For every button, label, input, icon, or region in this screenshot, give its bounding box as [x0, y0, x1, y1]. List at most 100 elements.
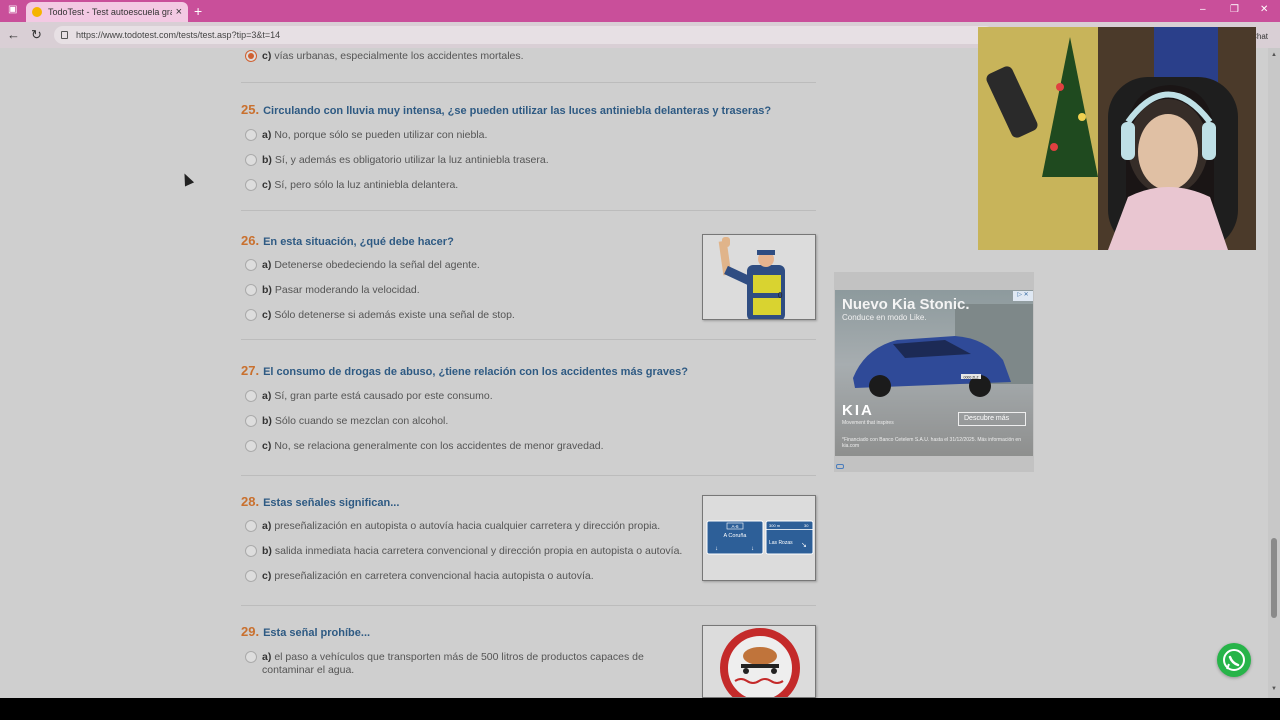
- ad-creative[interactable]: 0000 ZLZ Nuevo Kia Stonic. Conduce en mo…: [835, 290, 1033, 456]
- question-number: 27.: [241, 363, 260, 378]
- option-letter: a): [262, 390, 272, 402]
- sign-city-left: A Coruña: [724, 533, 748, 539]
- radio-button[interactable]: [245, 154, 257, 166]
- scroll-up-icon[interactable]: ▲: [1271, 52, 1277, 58]
- option-c[interactable]: c) No, se relaciona generalmente con los …: [241, 440, 816, 465]
- radio-button[interactable]: [245, 179, 257, 191]
- divider: [241, 82, 816, 83]
- streamer-webcam-overlay: [978, 27, 1256, 250]
- whatsapp-button[interactable]: [1217, 643, 1251, 677]
- screen: ▣ TodoTest - Test autoescuela grati × + …: [0, 0, 1280, 720]
- browser-tab-todotest[interactable]: TodoTest - Test autoescuela grati ×: [26, 2, 188, 22]
- option-letter: c): [262, 179, 272, 191]
- option-b[interactable]: b) Sí, y además es obligatorio utilizar l…: [241, 154, 816, 179]
- kia-advertisement[interactable]: 0000 ZLZ Nuevo Kia Stonic. Conduce en mo…: [834, 272, 1034, 472]
- option-letter: a): [262, 259, 272, 271]
- option-text: Sólo cuando se mezclan con alcohol.: [274, 415, 449, 427]
- back-icon[interactable]: ←: [7, 27, 20, 42]
- question-text: El consumo de drogas de abuso, ¿tiene re…: [263, 366, 688, 378]
- radio-button[interactable]: [245, 390, 257, 402]
- close-tab-icon[interactable]: ×: [176, 6, 182, 18]
- option-letter: b): [262, 415, 272, 427]
- option-letter: c): [262, 50, 272, 62]
- option-b[interactable]: b) Sólo cuando se mezclan con alcohol.: [241, 415, 816, 440]
- option-text: salida inmediata hacia carretera convenc…: [274, 545, 683, 557]
- option-letter: b): [262, 154, 272, 166]
- reload-icon[interactable]: ↻: [31, 27, 42, 43]
- license-plate: 0000 ZLZ: [964, 376, 980, 380]
- radio-button[interactable]: [245, 440, 257, 452]
- arrow-exit-icon: ↘: [801, 542, 807, 549]
- url-text: https://www.todotest.com/tests/test.asp?…: [76, 30, 281, 40]
- divider: [241, 339, 816, 340]
- officer-badge: 0: [778, 291, 783, 300]
- radio-button[interactable]: [245, 651, 257, 663]
- site-info-icon[interactable]: [61, 31, 68, 39]
- divider: [241, 475, 816, 476]
- option-letter: b): [262, 545, 272, 557]
- question-24: c) vías urbanas, especialmente los accide…: [241, 50, 816, 75]
- question-27: 27. El consumo de drogas de abuso, ¿tiene…: [241, 363, 816, 465]
- minimize-icon[interactable]: –: [1200, 4, 1206, 15]
- option-text: el paso a vehículos que transporten más …: [262, 651, 644, 676]
- todotest-favicon-icon: [32, 7, 42, 17]
- new-tab-icon[interactable]: +: [194, 3, 202, 19]
- prohibition-sign-image: [702, 625, 816, 698]
- radio-button[interactable]: [245, 520, 257, 532]
- question-number: 26.: [241, 233, 260, 248]
- scroll-down-icon[interactable]: ▼: [1271, 686, 1277, 692]
- sign-city-right: Las Rozas: [769, 540, 793, 546]
- ad-brand-slogan: Movement that inspires: [842, 420, 894, 426]
- option-a[interactable]: a) Sí, gran parte está causado por este c…: [241, 390, 816, 415]
- page-scrollbar[interactable]: ▲ ▼: [1268, 48, 1280, 698]
- radio-button[interactable]: [245, 545, 257, 557]
- radio-button[interactable]: [245, 415, 257, 427]
- divider: [241, 210, 816, 211]
- option-letter: b): [262, 284, 272, 296]
- tab-title: TodoTest - Test autoescuela grati: [48, 7, 172, 17]
- radio-button[interactable]: [245, 309, 257, 321]
- option-c[interactable]: c) vías urbanas, especialmente los accide…: [241, 50, 816, 75]
- option-letter: c): [262, 440, 272, 452]
- question-number: 25.: [241, 102, 260, 117]
- letterbox-bar: [0, 698, 1280, 720]
- ad-cta-button[interactable]: Descubre más: [958, 412, 1026, 426]
- question-number: 28.: [241, 494, 260, 509]
- road-signs-image: A-6 A Coruña ↓ ↓ 300 m 30 Las Rozas ↘: [702, 495, 816, 581]
- question-text: Estas señales significan...: [263, 497, 400, 509]
- question-text: Circulando con lluvia muy intensa, ¿se p…: [263, 105, 772, 117]
- option-letter: c): [262, 309, 272, 321]
- arrow-down-icon: ↓: [715, 546, 718, 552]
- radio-button[interactable]: [245, 259, 257, 271]
- option-letter: a): [262, 129, 272, 141]
- radio-button[interactable]: [245, 570, 257, 582]
- option-text: preseñalización en carretera convenciona…: [274, 570, 594, 582]
- option-a[interactable]: a) el paso a vehículos que transporten má…: [241, 651, 671, 683]
- ad-choices-icon[interactable]: ▷ ✕: [1013, 291, 1033, 301]
- question-25: 25. Circulando con lluvia muy intensa, ¿s…: [241, 102, 816, 204]
- radio-button-selected[interactable]: [245, 50, 257, 62]
- option-a[interactable]: a) No, porque sólo se pueden utilizar con…: [241, 129, 816, 154]
- tab-actions-icon[interactable]: ▣: [8, 4, 17, 15]
- question-text: Esta señal prohíbe...: [263, 627, 371, 639]
- divider: [241, 605, 816, 606]
- maximize-icon[interactable]: ❐: [1230, 4, 1239, 15]
- url-field[interactable]: https://www.todotest.com/tests/test.asp?…: [54, 26, 994, 44]
- radio-button[interactable]: [245, 284, 257, 296]
- ad-indicator-icon: [836, 464, 844, 469]
- option-text: Sólo detenerse si además existe una seña…: [274, 309, 515, 321]
- kia-logo: KIA: [842, 402, 874, 419]
- question-number: 29.: [241, 624, 260, 639]
- option-text: No, porque sólo se pueden utilizar con n…: [274, 129, 488, 141]
- whatsapp-icon: [1223, 649, 1245, 671]
- option-text: No, se relaciona generalmente con los ac…: [274, 440, 604, 452]
- question-title: 27. El consumo de drogas de abuso, ¿tiene…: [241, 363, 816, 379]
- close-window-icon[interactable]: ✕: [1260, 4, 1268, 15]
- option-c[interactable]: c) Sí, pero sólo la luz antiniebla delant…: [241, 179, 816, 204]
- sign-distance: 300 m: [769, 523, 781, 528]
- traffic-officer-image: 0: [702, 234, 816, 320]
- radio-button[interactable]: [245, 129, 257, 141]
- scrollbar-thumb[interactable]: [1271, 538, 1277, 618]
- ad-legal-text: *Financiado con Banco Cetelem S.A.U. has…: [842, 437, 1021, 449]
- option-letter: a): [262, 651, 272, 663]
